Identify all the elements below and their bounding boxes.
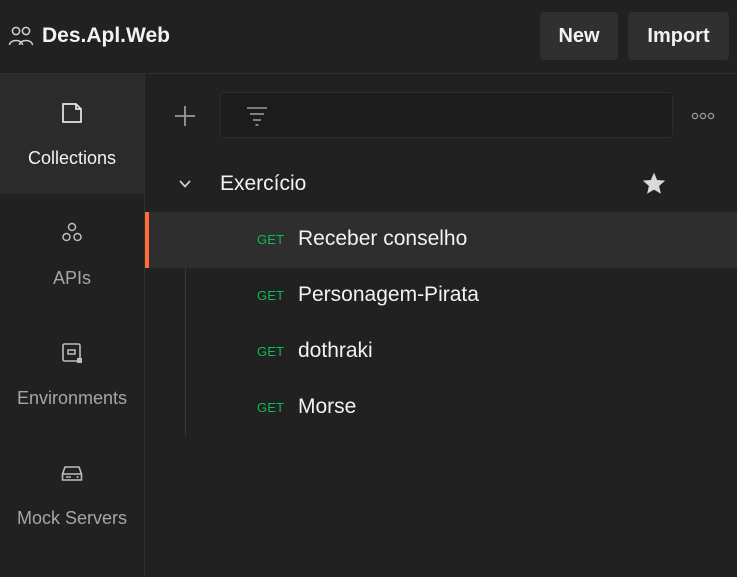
more-options-icon[interactable] [691,112,715,120]
sidebar-item-collections[interactable]: Collections [0,74,144,194]
workspace-header: Des.Apl.Web New Import [0,0,737,74]
collection-item[interactable]: Exercício [145,158,737,210]
sidebar-item-environments[interactable]: Environments [0,314,144,434]
request-name: dothraki [298,339,373,362]
filter-box[interactable] [220,92,673,139]
sidebar-item-label: Mock Servers [16,508,128,528]
star-icon[interactable] [641,171,667,197]
filter-icon [247,107,267,126]
method-badge: GET [257,288,285,303]
method-badge: GET [257,232,285,247]
filter-input[interactable] [281,93,664,139]
team-icon [8,26,34,46]
workspace-name[interactable]: Des.Apl.Web [42,22,170,50]
request-name: Receber conselho [298,227,468,250]
sidebar-nav: Collections APIs Environments Mock Serve… [0,74,145,577]
selection-indicator [145,212,149,268]
method-badge: GET [257,400,285,415]
apis-icon [62,222,82,242]
request-item-personagem-pirata[interactable]: GET Personagem-Pirata [145,268,737,324]
collection-name: Exercício [220,172,307,195]
environments-icon [62,343,82,363]
chevron-down-icon[interactable] [179,179,191,189]
mock-servers-icon [61,466,83,481]
request-name: Morse [298,395,357,418]
sidebar-item-mock-servers[interactable]: Mock Servers [0,434,144,554]
collections-icon [62,103,82,123]
sidebar-item-label: Collections [27,148,117,168]
sidebar-item-label: Environments [16,388,128,408]
sidebar-item-label: APIs [52,268,91,288]
request-name: Personagem-Pirata [298,283,479,306]
new-button[interactable]: New [540,12,618,60]
request-item-morse[interactable]: GET Morse [145,380,737,436]
method-badge: GET [257,344,285,359]
plus-icon[interactable] [173,104,197,128]
collections-toolbar [145,74,737,156]
import-button[interactable]: Import [628,12,729,60]
request-item-dothraki[interactable]: GET dothraki [145,324,737,380]
sidebar-item-apis[interactable]: APIs [0,194,144,314]
app-window: Des.Apl.Web New Import Collections APIs [0,0,737,577]
request-item-receber-conselho[interactable]: GET Receber conselho [145,212,737,268]
